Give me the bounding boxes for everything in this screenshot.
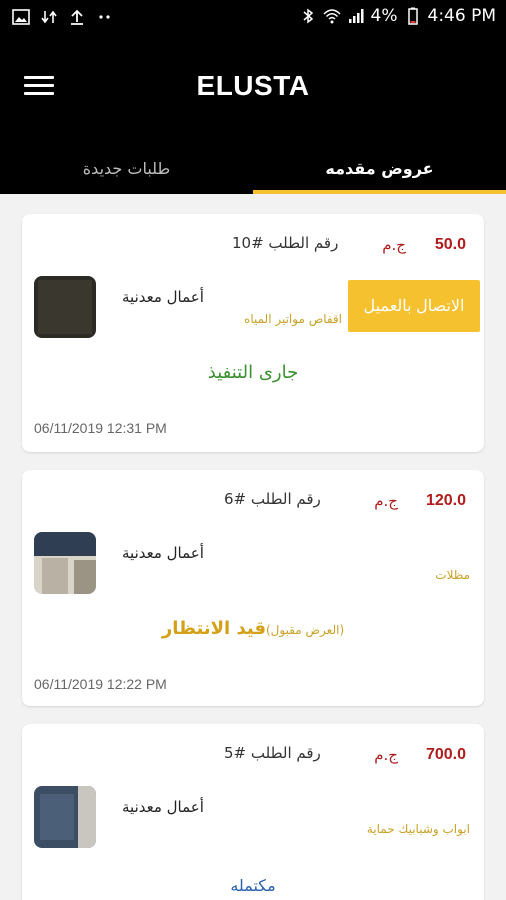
order-subcategory: ابواب وشبابيك حماية: [366, 822, 470, 836]
order-price: 700.0: [425, 746, 466, 763]
clock: 4:46 PM: [427, 6, 497, 26]
dots-icon: [99, 15, 110, 19]
tab-new-requests[interactable]: طلبات جديدة: [0, 142, 253, 194]
status-note: (العرض مقبول): [266, 623, 345, 637]
currency-label: ج.م: [382, 236, 406, 254]
order-category: أعمال معدنية: [122, 544, 204, 562]
order-card[interactable]: 120.0 ج.م رقم الطلب #6 أعمال معدنية مظلا…: [22, 470, 484, 706]
order-card[interactable]: 50.0 ج.م رقم الطلب #10 أعمال معدنية اقفا…: [22, 214, 484, 452]
wifi-icon: [322, 9, 341, 24]
tab-bar: طلبات جديدة عروض مقدمه: [0, 142, 506, 194]
battery-icon: [407, 7, 418, 25]
order-subcategory: اقفاص مواتير المياه: [244, 312, 342, 326]
order-price: 120.0: [425, 492, 466, 509]
image-icon: [12, 9, 30, 25]
order-status: مكتمله: [230, 876, 276, 895]
order-category: أعمال معدنية: [122, 798, 204, 816]
currency-label: ج.م: [374, 492, 398, 510]
order-image[interactable]: [34, 276, 96, 338]
app-title: ELUSTA: [196, 70, 310, 101]
status-bar: 4% 4:46 PM: [0, 0, 506, 36]
order-category: أعمال معدنية: [122, 288, 204, 306]
call-customer-button[interactable]: الاتصال بالعميل: [348, 280, 480, 332]
order-date: 06/11/2019 12:31 PM: [34, 420, 167, 436]
order-subcategory: مظلات: [435, 568, 470, 582]
order-number: رقم الطلب #6: [224, 490, 321, 508]
order-number: رقم الطلب #10: [232, 234, 339, 252]
bluetooth-icon: [303, 8, 313, 24]
order-status: (العرض مقبول)قيد الانتظار: [22, 618, 484, 639]
order-price: 50.0: [434, 236, 466, 253]
order-card[interactable]: 700.0 ج.م رقم الطلب #5 أعمال معدنية ابوا…: [22, 724, 484, 900]
order-status: جارى التنفيذ: [207, 362, 299, 383]
offers-list[interactable]: 50.0 ج.م رقم الطلب #10 أعمال معدنية اقفا…: [0, 194, 506, 900]
order-number: رقم الطلب #5: [224, 744, 321, 762]
app-bar: ELUSTA: [0, 36, 506, 142]
battery-percent: 4%: [370, 6, 398, 26]
tab-submitted-offers[interactable]: عروض مقدمه: [253, 142, 506, 194]
order-image[interactable]: [34, 786, 96, 848]
order-date: 06/11/2019 12:22 PM: [34, 676, 167, 692]
data-arrows-icon: [41, 10, 57, 24]
status-label: قيد الانتظار: [161, 618, 266, 639]
currency-label: ج.م: [374, 746, 398, 764]
upload-icon: [71, 9, 83, 25]
order-image[interactable]: [34, 532, 96, 594]
signal-icon: [348, 9, 364, 23]
